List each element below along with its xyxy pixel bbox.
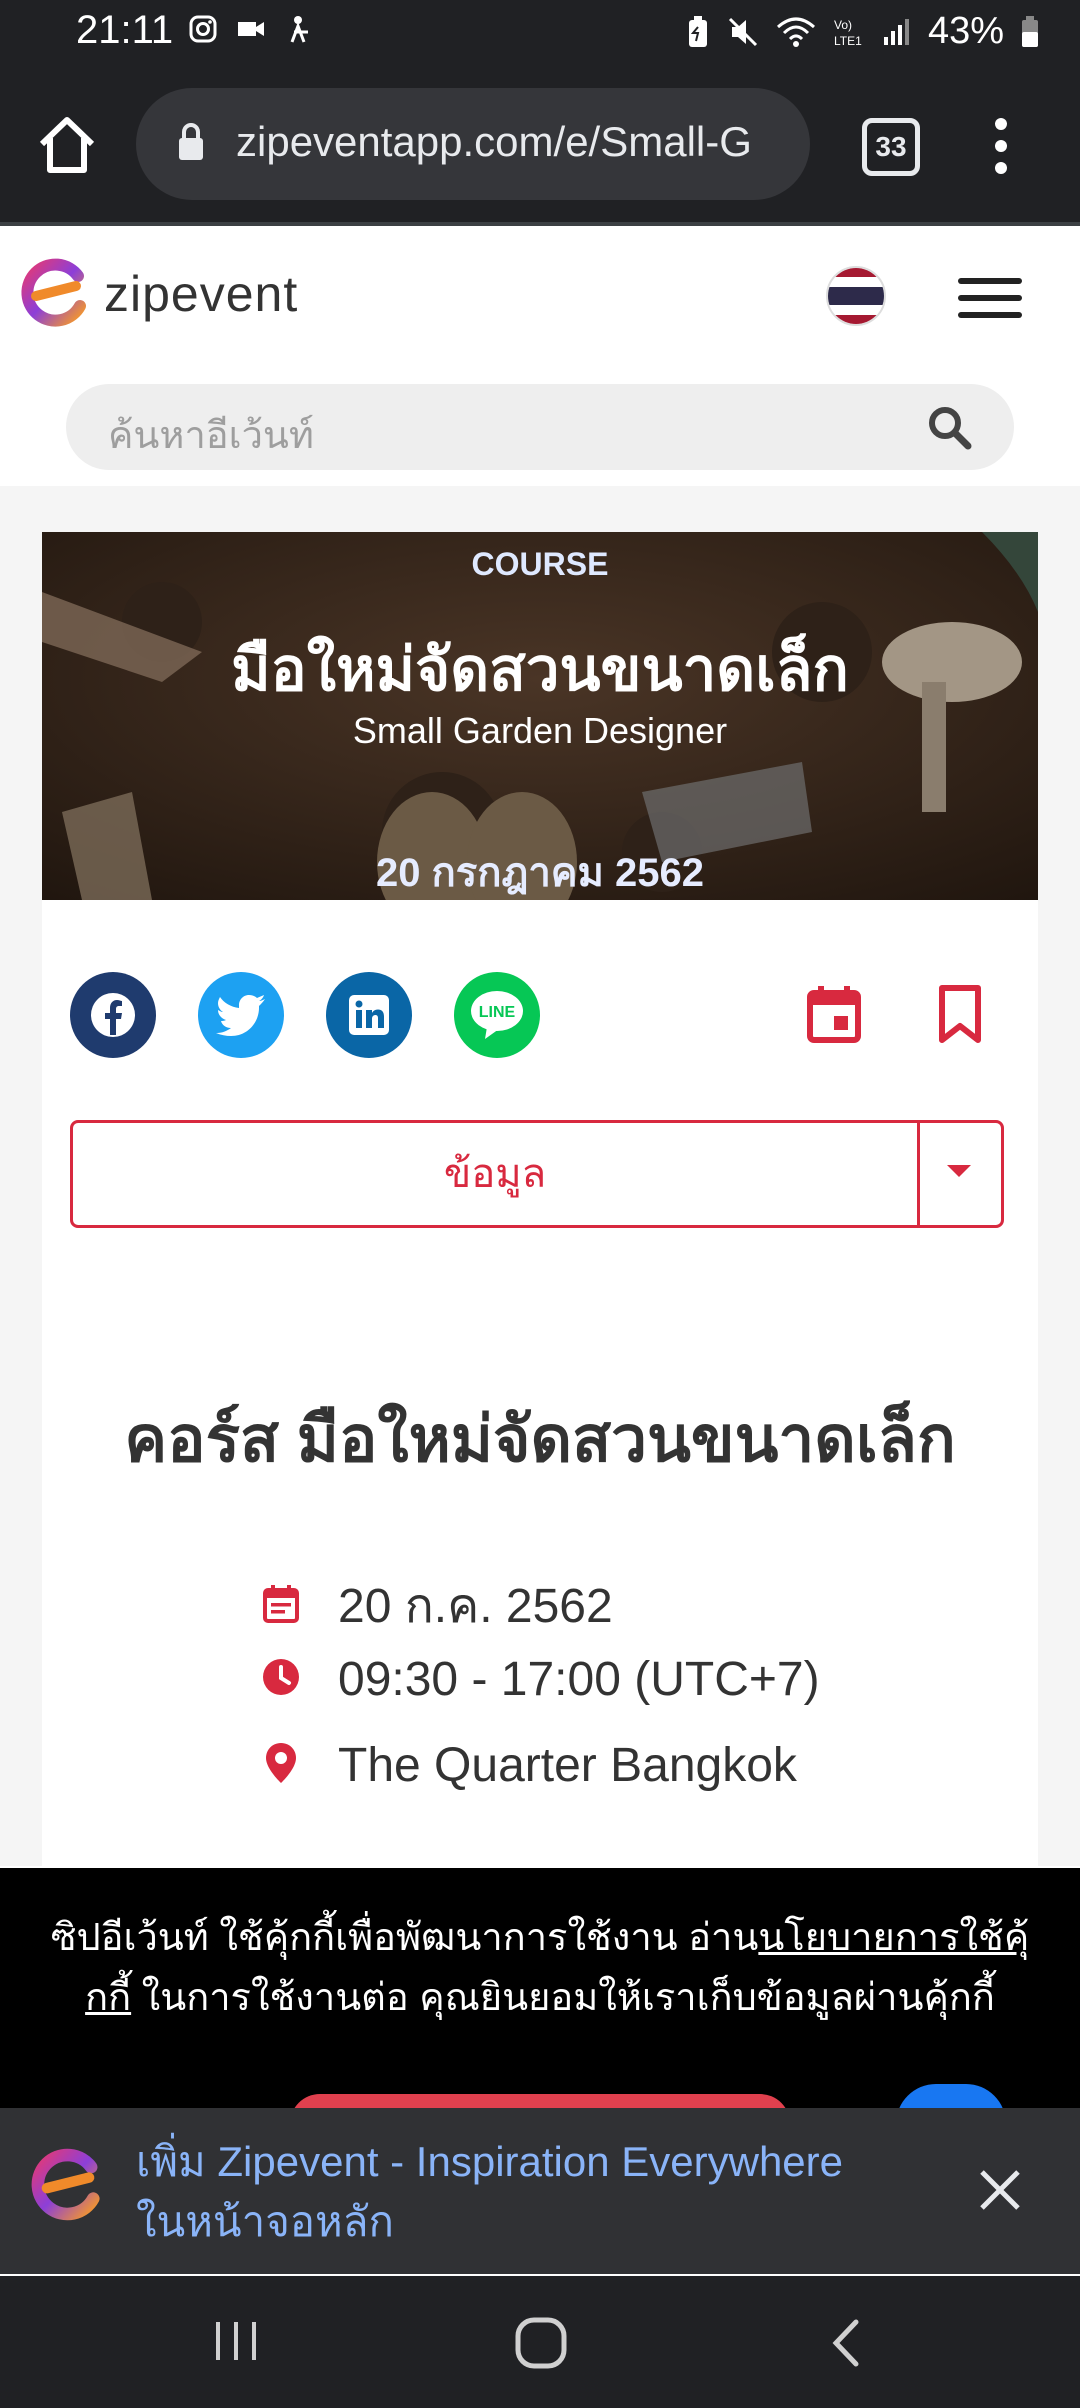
- cookie-text-before: ซิปอีเว้นท์ ใช้คุ้กกี้เพื่อพัฒนาการใช้งา…: [50, 1917, 759, 1959]
- install-banner-line1: เพิ่ม Zipevent - Inspiration Everywhere: [136, 2138, 844, 2185]
- site-header: zipevent ค้นหาอีเว้นท์: [0, 226, 1080, 486]
- thai-flag-icon[interactable]: [826, 266, 886, 326]
- event-time: 09:30 - 17:00 (UTC+7): [338, 1653, 820, 1706]
- search-bar[interactable]: ค้นหาอีเว้นท์: [66, 384, 1014, 470]
- chevron-down-icon[interactable]: [947, 1165, 971, 1177]
- hamburger-menu-icon[interactable]: [958, 278, 1022, 318]
- home-icon[interactable]: [34, 112, 100, 178]
- zipevent-logo[interactable]: zipevent: [18, 256, 298, 332]
- battery-icon: [1020, 15, 1040, 49]
- twitter-share-button[interactable]: [198, 972, 284, 1058]
- facebook-share-button[interactable]: [70, 972, 156, 1058]
- search-input[interactable]: ค้นหาอีเว้นท์: [108, 404, 314, 465]
- line-share-button[interactable]: LINE: [454, 972, 540, 1058]
- address-bar[interactable]: zipeventapp.com/e/Small-G: [136, 88, 810, 200]
- add-to-calendar-icon[interactable]: [806, 984, 862, 1049]
- battery-percent: 43%: [927, 10, 1004, 52]
- section-dropdown[interactable]: ข้อมูล: [70, 1120, 1004, 1228]
- recent-apps-icon[interactable]: [212, 2316, 262, 2371]
- signal-icon: [882, 17, 912, 47]
- event-time-row: 09:30 - 17:00 (UTC+7): [262, 1652, 820, 1707]
- status-time: 21:11: [76, 8, 174, 52]
- zipevent-app-icon: [28, 2146, 108, 2231]
- linkedin-share-button[interactable]: [326, 972, 412, 1058]
- line-icon: LINE: [471, 991, 523, 1039]
- search-icon[interactable]: [926, 404, 972, 455]
- volte-icon: Vo) LTE1: [832, 15, 866, 49]
- tab-switcher-button[interactable]: 33: [862, 118, 920, 176]
- svg-text:Vo): Vo): [834, 18, 852, 32]
- banner-date: 20 กรกฎาคม 2562: [375, 851, 705, 895]
- close-icon[interactable]: [976, 2166, 1024, 2214]
- battery-saver-icon: [686, 15, 710, 49]
- zipevent-logo-icon: [21, 258, 86, 327]
- event-venue-row: The Quarter Bangkok: [262, 1738, 797, 1793]
- banner-title-thai: มือใหม่จัดสวนขนาดเล็ก: [231, 636, 849, 703]
- banner-title-english: Small Garden Designer: [352, 710, 728, 751]
- dropdown-selected-label: ข้อมูล: [443, 1152, 547, 1196]
- linkedin-icon: [349, 995, 389, 1035]
- line-icon-label: LINE: [479, 1004, 516, 1021]
- mute-icon: [726, 15, 760, 49]
- clock-icon: [262, 1658, 300, 1701]
- event-title: คอร์ส มือใหม่จัดสวนขนาดเล็ก: [124, 1403, 956, 1475]
- brand-name: zipevent: [104, 266, 299, 322]
- svg-text:LTE1: LTE1: [834, 34, 862, 48]
- more-options-icon[interactable]: [988, 116, 1014, 176]
- location-pin-icon: [262, 1741, 300, 1790]
- event-venue[interactable]: The Quarter Bangkok: [338, 1738, 797, 1793]
- install-banner-line2: ในหน้าจอหลัก: [136, 2198, 394, 2245]
- browser-toolbar: zipeventapp.com/e/Small-G 33: [0, 68, 1080, 226]
- url-text: zipeventapp.com/e/Small-G: [236, 118, 752, 165]
- home-navigation-icon[interactable]: [514, 2316, 568, 2375]
- dropdown-divider: [917, 1123, 920, 1225]
- twitter-icon: [216, 995, 265, 1036]
- bookmark-icon[interactable]: [938, 984, 982, 1049]
- lock-icon: [176, 122, 206, 167]
- share-row: LINE: [70, 972, 1010, 1058]
- facebook-icon: [91, 993, 135, 1037]
- event-date: 20 ก.ค. 2562: [338, 1580, 613, 1633]
- wifi-icon: [776, 15, 816, 49]
- event-date-row: 20 ก.ค. 2562: [262, 1568, 613, 1644]
- banner-tag: COURSE: [471, 546, 609, 582]
- system-navigation-bar: [0, 2276, 1080, 2408]
- back-icon[interactable]: [826, 2316, 866, 2375]
- instagram-icon: [188, 14, 218, 44]
- cookie-message: ซิปอีเว้นท์ ใช้คุ้กกี้เพื่อพัฒนาการใช้งา…: [40, 1908, 1040, 2028]
- event-banner-image: COURSE มือใหม่จัดสวนขนาดเล็ก Small Garde…: [42, 532, 1038, 900]
- video-icon: [236, 14, 266, 44]
- calendar-icon: [262, 1584, 300, 1629]
- status-bar: 21:11 Vo) LTE1 43%: [0, 0, 1080, 68]
- add-to-home-screen-banner[interactable]: เพิ่ม Zipevent - Inspiration Everywhere …: [0, 2108, 1080, 2274]
- cookie-text-after: ในการใช้งานต่อ คุณยินยอมให้เราเก็บข้อมูล…: [131, 1977, 995, 2019]
- cookie-consent-banner: ซิปอีเว้นท์ ใช้คุ้กกี้เพื่อพัฒนาการใช้งา…: [0, 1868, 1080, 2124]
- accessibility-icon: [284, 14, 314, 44]
